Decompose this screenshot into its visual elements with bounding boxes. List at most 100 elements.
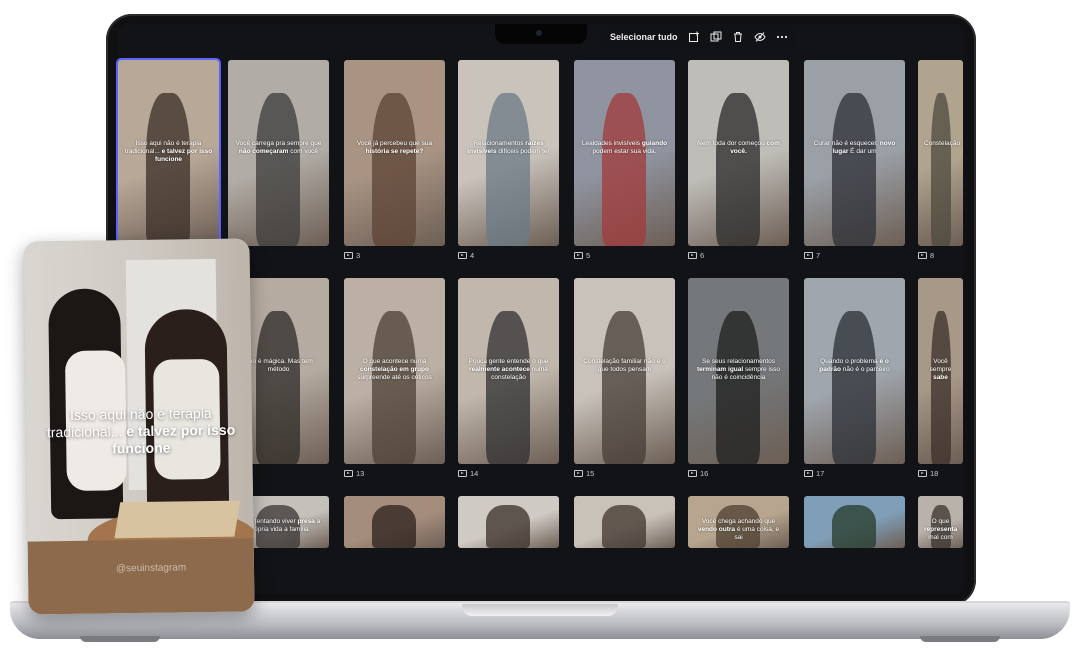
- tile-text-bold: constelação em grupo: [360, 366, 429, 373]
- tile-text-line: não é o parceiro: [842, 366, 890, 373]
- tile-text-bold: presa: [297, 518, 315, 525]
- design-tile[interactable]: Você já percebeu que sua história se rep…: [344, 60, 445, 246]
- tile-photo-figure: [486, 93, 530, 246]
- design-tile[interactable]: Curar não é esquecer. novo lugar É dar u…: [804, 60, 905, 246]
- design-tile[interactable]: [458, 496, 559, 548]
- tile-caption-text: Quando o problema é o padrão não é o par…: [810, 358, 899, 374]
- tile-text-line: Lealdades invisíveis: [581, 140, 641, 147]
- design-tile[interactable]: [804, 496, 905, 548]
- design-tile[interactable]: Nem toda dor começou com você.: [688, 60, 789, 246]
- card-headline: Isso aqui não é terapia tradicional... e…: [40, 405, 243, 459]
- tile-text-line: Você já percebeu que sua: [356, 140, 433, 147]
- design-tile[interactable]: O que representa mal com: [918, 496, 963, 548]
- video-icon: [574, 252, 583, 259]
- tile-caption-text: Você chega achando que vendo outra é uma…: [694, 518, 783, 542]
- tile-text-line: Se seus relacionamentos: [702, 358, 775, 365]
- design-tile[interactable]: Quando o problema é o padrão não é o par…: [804, 278, 905, 464]
- design-tile[interactable]: Você carrega pra sempre que não começara…: [228, 60, 329, 246]
- tile-photo-figure: [931, 311, 951, 464]
- tile-text-bold: terminam igual: [696, 366, 744, 373]
- tile-photo-figure: [602, 311, 646, 464]
- tile-caption-text: Você sempre sabe: [924, 358, 957, 382]
- tile-text-line: Você sempre: [929, 358, 952, 373]
- tile-photo-figure: [931, 93, 951, 246]
- tile-text-line: é uma coisa, e sai: [734, 526, 780, 541]
- tile-photo-figure: [832, 93, 876, 246]
- tile-text-line: Você chega achando que: [701, 518, 776, 525]
- tile-text-bold: realmente acontece: [469, 366, 530, 373]
- card-board: [114, 500, 241, 539]
- tile-text-bold: história se repete?: [365, 148, 424, 155]
- card-headline-bold: e talvez por isso funcione: [112, 421, 236, 457]
- page-number-label: 8: [918, 251, 934, 260]
- design-tile[interactable]: [344, 496, 445, 548]
- page-number-label: 16: [688, 469, 708, 478]
- tile-caption-text: Relacionamentos raízes invisíveis difíce…: [464, 140, 553, 156]
- tile-caption-text: Lealdades invisíveis guiando podem estar…: [580, 140, 669, 156]
- page-number: 16: [700, 469, 709, 478]
- design-tile[interactable]: Se seus relacionamentos terminam igual s…: [688, 278, 789, 464]
- design-tile[interactable]: Constelação: [918, 60, 963, 246]
- tile-text-line: É dar um: [850, 148, 877, 155]
- page-number-label: 13: [344, 469, 364, 478]
- design-tile[interactable]: Relacionamentos raízes invisíveis difíce…: [458, 60, 559, 246]
- design-tile[interactable]: Pouca gente entende o que realmente acon…: [458, 278, 559, 464]
- page-number-label: 15: [574, 469, 594, 478]
- tile-text-line: Constelação: [924, 140, 961, 147]
- hide-icon[interactable]: [753, 31, 766, 43]
- camera-icon: [536, 30, 542, 36]
- tile-photo-figure: [372, 311, 416, 464]
- tile-text-line: Nem toda dor começou: [697, 140, 765, 147]
- page-number: 14: [470, 469, 479, 478]
- design-tile[interactable]: Constelação familiar não é o que todos p…: [574, 278, 675, 464]
- design-tile[interactable]: [574, 496, 675, 548]
- tile-caption-text: Você carrega pra sempre que não começara…: [234, 140, 323, 156]
- tile-text-bold: sabe: [933, 374, 948, 381]
- laptop-groove: [462, 604, 618, 616]
- tile-photo-figure: [602, 93, 646, 246]
- tile-text-line: Curar não é esquecer.: [813, 140, 878, 147]
- tile-caption-text: Pouca gente entende o que realmente acon…: [464, 358, 553, 382]
- design-tile[interactable]: O que acontece numa constelação em grupo…: [344, 278, 445, 464]
- tile-text-line: O que: [931, 518, 950, 525]
- selection-toolbar: Selecionar tudo: [602, 26, 796, 48]
- video-icon: [344, 470, 353, 477]
- video-icon: [804, 252, 813, 259]
- card-floor: [27, 538, 255, 615]
- video-icon: [688, 252, 697, 259]
- page-number-label: 4: [458, 251, 474, 260]
- more-icon[interactable]: [776, 31, 788, 43]
- design-tile[interactable]: Isso aqui não é terapia tradicional... e…: [118, 60, 219, 246]
- page-number-label: 7: [804, 251, 820, 260]
- design-tile[interactable]: Lealdades invisíveis guiando podem estar…: [574, 60, 675, 246]
- tile-caption-text: Isso aqui não é terapia tradicional... e…: [124, 140, 213, 164]
- video-icon: [574, 470, 583, 477]
- select-all-button[interactable]: Selecionar tudo: [610, 32, 678, 42]
- tile-text-line: Constelação familiar: [583, 358, 643, 365]
- duplicate-icon[interactable]: [710, 31, 722, 43]
- page-number-label: 18: [918, 469, 938, 478]
- tile-caption-text: O que representa mal com: [924, 518, 957, 542]
- page-number-label: 5: [574, 251, 590, 260]
- page-number: 3: [356, 251, 361, 260]
- trash-icon[interactable]: [732, 31, 744, 43]
- tile-text-line: com você: [290, 148, 319, 155]
- laptop-foot: [920, 636, 1000, 642]
- tile-text-bold: não começaram: [238, 148, 289, 155]
- design-tile[interactable]: Você sempre sabe: [918, 278, 963, 464]
- tile-photo-figure: [832, 311, 876, 464]
- tile-text-bold: e talvez por isso funcione: [154, 148, 213, 163]
- page-number-label: 14: [458, 469, 478, 478]
- page-number-label: 6: [688, 251, 704, 260]
- tile-photo-figure: [832, 505, 876, 548]
- tile-caption-text: O que acontece numa constelação em grupo…: [350, 358, 439, 382]
- tile-photo-figure: [486, 311, 530, 464]
- featured-post-card: Isso aqui não é terapia tradicional... e…: [23, 238, 255, 615]
- add-icon[interactable]: [688, 31, 700, 43]
- design-tile[interactable]: Você chega achando que vendo outra é uma…: [688, 496, 789, 548]
- tile-text-line: podem estar sua vida.: [592, 148, 657, 155]
- page-number: 15: [586, 469, 595, 478]
- page-number-label: 17: [804, 469, 824, 478]
- tile-photo-figure: [256, 93, 300, 246]
- tile-text-line: Pouca gente entende o que: [468, 358, 549, 365]
